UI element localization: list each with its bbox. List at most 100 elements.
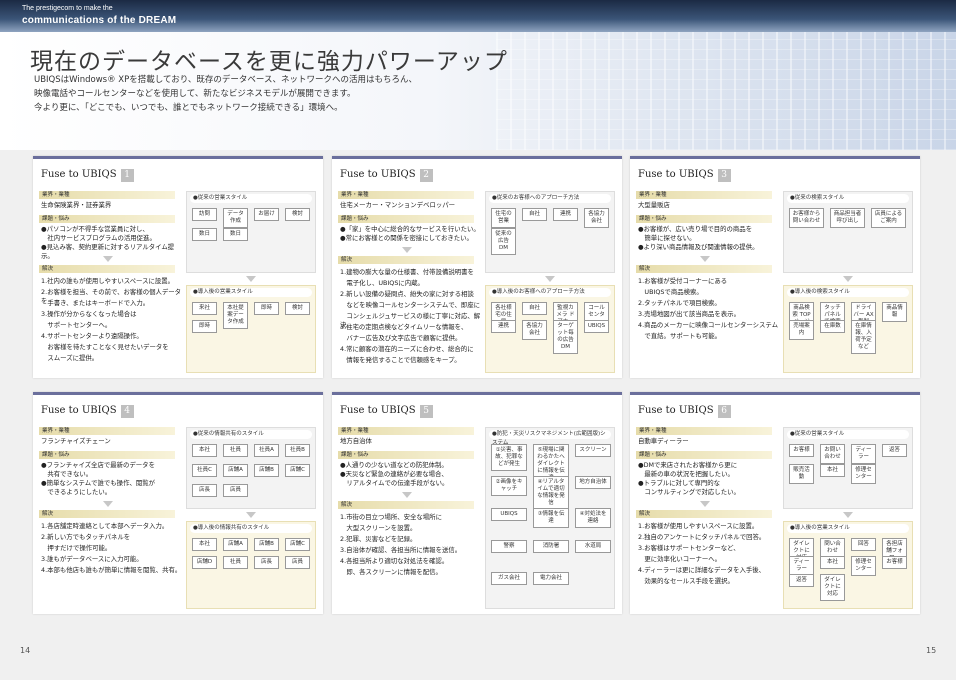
down-arrow-icon xyxy=(103,256,113,262)
diagram-title: ●従来の検索スタイル xyxy=(787,194,909,203)
diagram-before: ●従来の営業スタイル 訪問 データ作成 お届け 検討 数日 数日 xyxy=(186,191,316,273)
diagram-node: 検討 xyxy=(285,208,310,221)
panel-heading: Fuse to UBIQS 6 xyxy=(638,405,731,418)
diagram-node: 即時 xyxy=(254,302,279,315)
issue-line: 社内サービスプログラムの活用促進。 xyxy=(41,234,156,242)
issue-line: ●トラブルに対して専門的な xyxy=(638,479,721,487)
panel-heading: Fuse to UBIQS 1 xyxy=(41,169,134,182)
solution-line: 2.新しい設備の疑問点、紛失の家に対する相談 xyxy=(340,290,474,298)
solution-line: 2.新しい方でもタッチパネルを xyxy=(41,533,131,541)
solution-line: 手書き、またはキーボードで入力。 xyxy=(41,299,150,307)
panel-heading-text: Fuse to UBIQS xyxy=(340,405,416,416)
diagram-node: 各協力会社 xyxy=(584,208,609,228)
industry-label: 業界・業種 xyxy=(338,191,474,199)
issue-line: ●「家」を中心に総合的なサービスを行いたい。 xyxy=(340,225,480,233)
solution-line: 押すだけで操作可能。 xyxy=(41,544,112,552)
diagram-title: ●導入後の情報共有のスタイル xyxy=(190,524,312,533)
down-arrow-icon xyxy=(843,512,853,518)
diagram-node: 検討 xyxy=(285,302,310,315)
down-arrow-icon xyxy=(402,492,412,498)
diagram-title: ●導入後のお客様へのアプローチ方法 xyxy=(489,288,611,297)
diagram-node: 店長 xyxy=(192,484,217,497)
solution-line: 1.社内の誰もが使用しやすいスペースに設置。 xyxy=(41,277,175,285)
diagram-node: 自社 xyxy=(522,208,547,221)
industry-value: 生命保険業界・証券業界 xyxy=(41,201,112,209)
solution-line: 4.サポートセンターより遠隔操作。 xyxy=(41,332,143,340)
diagram-node: 在庫数 xyxy=(820,320,845,333)
diagram-after: ●導入後の検索スタイル商品検索 TOPページタッチパネルで検索ドライバー AX型… xyxy=(783,285,913,373)
solution-line: 効果的なセールス手段を選択。 xyxy=(638,577,734,585)
diagram-node: 従来の広告 DM xyxy=(491,228,516,255)
issue-line: 簡単に探せない。 xyxy=(638,234,696,242)
issue-label: 課題・悩み xyxy=(338,451,474,459)
solution-line: 3.売場地図が出て該当商品を表示。 xyxy=(638,310,740,318)
issue-line: ●常にお客様との関係を密接にしておきたい。 xyxy=(340,234,473,242)
solution-line: 4.商品のメーカーに映像コールセンターシステム xyxy=(638,321,778,329)
solution-line: 1.市街の目立つ場所、安全な場所に xyxy=(340,513,442,521)
panel-number: 4 xyxy=(120,405,134,418)
issue-line: 共有できない。 xyxy=(41,470,93,478)
solution-label: 解決 xyxy=(39,510,175,518)
panel-number: 5 xyxy=(419,405,433,418)
industry-label: 業界・業種 xyxy=(636,427,772,435)
hero-grid-decoration xyxy=(496,32,956,150)
diagram-node: 社員 xyxy=(223,444,248,457)
diagram-node: 自社 xyxy=(522,302,547,315)
diagram-node: 店舗A xyxy=(223,464,248,477)
industry-value: 住宅メーカー・マンションデベロッパー xyxy=(340,201,456,209)
solution-label: 解決 xyxy=(636,265,772,273)
diagram-node: 本社提案データ作成 xyxy=(223,302,248,329)
diagram-before: ●防犯・天災リスクマネジメント(広範囲版)システム ①災害、事故、犯罪などが発生 ⑤… xyxy=(485,427,615,609)
panel-heading-text: Fuse to UBIQS xyxy=(41,405,117,416)
case-panel-1: Fuse to UBIQS 1 業界・業種 生命保険業界・証券業界 課題・悩み ●パソコン… xyxy=(33,156,323,378)
solution-line: 電子化し、UBIQSに内蔵。 xyxy=(340,279,424,287)
issue-label: 課題・悩み xyxy=(39,215,175,223)
page-number-left: 14 xyxy=(20,646,31,655)
case-panel-6: Fuse to UBIQS 6 業界・業種 自動車ディーラー 課題・悩み ●DMで来店され… xyxy=(630,392,920,614)
diagram-node: 店舗A xyxy=(223,538,248,551)
diagram-node: 店舗C xyxy=(285,464,310,477)
diagram-node: ガス会社 xyxy=(491,572,527,585)
diagram-node: ④リアルタイムで適切な情報を発信 xyxy=(533,476,569,510)
diagram-node: 店舗D xyxy=(192,556,217,569)
diagram-node: 店舗B xyxy=(254,538,279,551)
diagram-node: ②画像をキャッチ xyxy=(491,476,527,496)
diagram-title: ●防犯・天災リスクマネジメント(広範囲版)システム xyxy=(489,430,611,446)
industry-label: 業界・業種 xyxy=(39,427,175,435)
diagram-node: 商品情報 xyxy=(882,302,907,322)
diagram-node: 住宅の営業 xyxy=(491,208,516,228)
industry-label: 業界・業種 xyxy=(338,427,474,435)
issue-line: ●パソコンが不得手な営業員に対し、 xyxy=(41,225,149,233)
diagram-node: お客様 xyxy=(882,556,907,569)
solution-line: 2.独自のアンケートにタッチパネルで回答。 xyxy=(638,533,766,541)
diagram-node: データ作成 xyxy=(223,208,248,228)
page-number-right: 15 xyxy=(926,646,937,655)
solution-line: 2.犯罪、災害などを記録。 xyxy=(340,535,417,543)
diagram-node: 社員 xyxy=(223,556,248,569)
diagram-node: 売場案内 xyxy=(789,320,814,340)
down-arrow-icon xyxy=(103,501,113,507)
diagram-node: 店舗B xyxy=(254,464,279,477)
diagram-node: ターゲット毎の広告 DM xyxy=(553,320,578,354)
diagram-title: ●導入後の営業スタイル xyxy=(787,524,909,533)
page-title: 現在のデータベースを更に強力パワーアップ xyxy=(30,49,508,75)
issue-line: ●人通りの少ない道などの防犯体制。 xyxy=(340,461,448,469)
solution-line: で直結。サポートも可能。 xyxy=(638,332,722,340)
diagram-node: 修理センター xyxy=(851,464,876,484)
diagram-node: 商品担当者呼び出し xyxy=(830,208,865,228)
case-panel-2: Fuse to UBIQS 2 業界・業種 住宅メーカー・マンションデベロッパー 課題・… xyxy=(332,156,622,378)
diagram-node: UBIQS xyxy=(491,508,527,521)
diagram-node: 問い合わせ xyxy=(820,538,845,558)
diagram-node: 本社 xyxy=(820,556,845,569)
solution-line: 4.ディーラーは更に詳細なデータを入手後、 xyxy=(638,566,766,574)
case-panel-4: Fuse to UBIQS 4 業界・業種 フランチャイズチェーン 課題・悩み ●フランチ… xyxy=(33,392,323,614)
diagram-before: ●従来の情報共有のスタイル 本社 社員 社員A 社員B 社員C 店舗A 店舗B 店舗C 店長 店員 xyxy=(186,427,316,509)
solution-line: 即、各スクリーンに情報を配信。 xyxy=(340,568,442,576)
issue-line: ●DMで来店されたお客様から更に xyxy=(638,461,738,469)
panel-heading: Fuse to UBIQS 5 xyxy=(340,405,433,418)
diagram-node: 連携 xyxy=(491,320,516,333)
diagram-node: 警察 xyxy=(491,540,527,553)
diagram-node: 店員による ご案内 xyxy=(871,208,906,228)
issue-line: ●より深い商品情報及び関連情報の提供。 xyxy=(638,243,759,251)
diagram-node: 社員C xyxy=(192,464,217,477)
